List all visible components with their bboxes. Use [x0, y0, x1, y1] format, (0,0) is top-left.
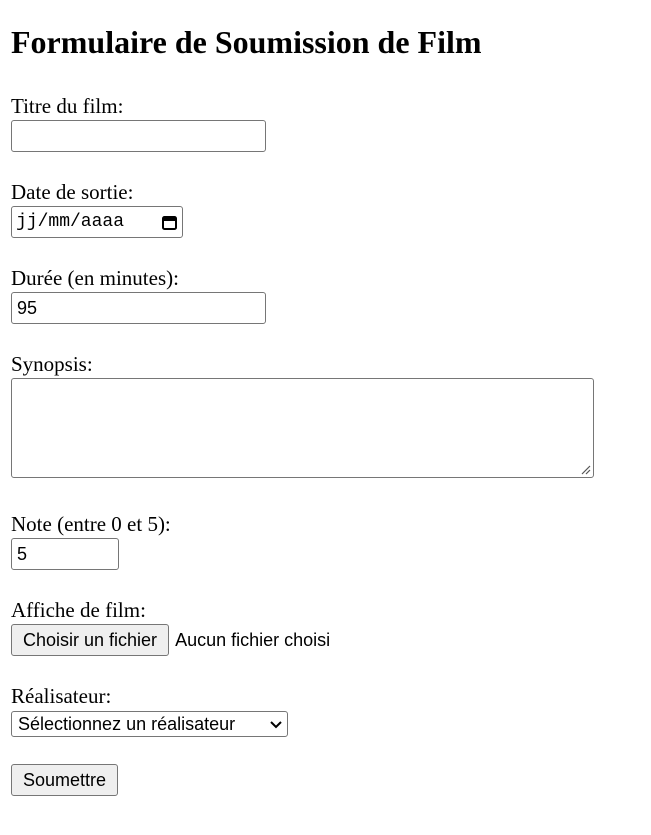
title-label: Titre du film:	[11, 94, 124, 118]
synopsis-textarea[interactable]	[11, 378, 594, 478]
release-date-label: Date de sortie:	[11, 180, 134, 204]
rating-label: Note (entre 0 et 5):	[11, 512, 171, 536]
release-date-placeholder: jj/mm/aaaa	[16, 212, 125, 232]
director-selected-value: Sélectionnez un réalisateur	[18, 713, 236, 734]
chevron-down-icon	[269, 714, 283, 735]
calendar-icon[interactable]	[161, 214, 178, 231]
duration-value: 95	[17, 297, 38, 318]
poster-label: Affiche de film:	[11, 598, 146, 622]
duration-input[interactable]: 95	[11, 292, 266, 324]
file-status: Aucun fichier choisi	[175, 629, 331, 650]
page-title: Formulaire de Soumission de Film	[11, 24, 482, 60]
resize-grip-icon[interactable]	[579, 463, 591, 475]
poster-file-input: Choisir un fichier Aucun fichier choisi	[11, 624, 330, 656]
rating-input[interactable]: 5	[11, 538, 119, 570]
submit-button[interactable]: Soumettre	[11, 764, 119, 796]
duration-label: Durée (en minutes):	[11, 266, 179, 290]
rating-value: 5	[17, 543, 28, 564]
choose-file-button[interactable]: Choisir un fichier	[11, 624, 170, 656]
director-label: Réalisateur:	[11, 684, 112, 708]
title-input[interactable]	[11, 120, 266, 152]
director-select[interactable]: Sélectionnez un réalisateur	[11, 711, 288, 737]
synopsis-label: Synopsis:	[11, 352, 93, 376]
release-date-input[interactable]: jj/mm/aaaa	[11, 206, 183, 238]
